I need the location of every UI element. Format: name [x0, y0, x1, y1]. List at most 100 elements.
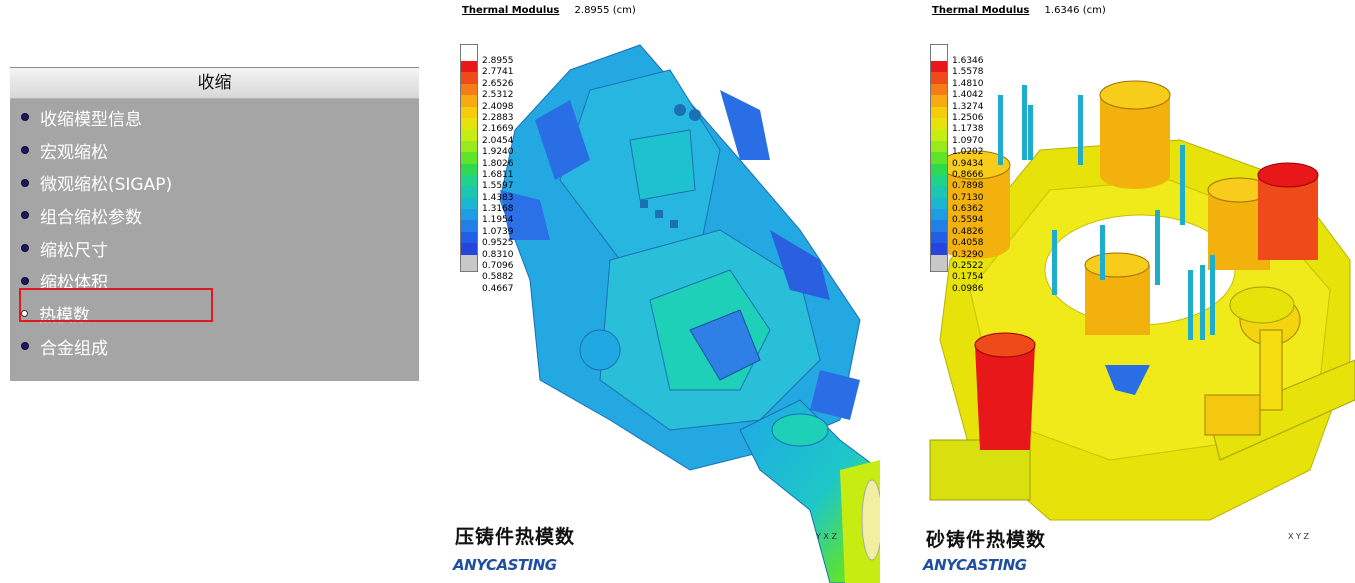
legend-swatch: [930, 44, 948, 61]
legend-labels: 1.6346 1.5578 1.4810 1.4042 1.3274 1.2506 1.17…: [952, 56, 992, 295]
menu-item[interactable]: 热模数: [10, 297, 419, 330]
legend-label: 0.0986: [952, 283, 984, 294]
legend-label: 1.0739: [482, 226, 514, 237]
legend-label: 1.9240: [482, 147, 514, 158]
legend-swatch: [460, 83, 478, 96]
legend-label: 0.8310: [482, 249, 514, 260]
bullet-icon: [21, 146, 29, 155]
legend-swatch: [460, 106, 478, 118]
anycasting-logo: ANYCASTING: [453, 556, 557, 574]
legend-label: 0.1754: [952, 272, 984, 283]
legend-swatch: [460, 220, 478, 232]
legend-swatch: [930, 95, 948, 107]
legend-label: 1.4383: [482, 192, 514, 203]
legend-swatch: [930, 83, 948, 96]
legend-swatch: [460, 209, 478, 221]
menu-item-label: 缩松尺寸: [40, 240, 108, 261]
legend-label: 2.4098: [482, 101, 514, 112]
menu-item-label: 收缩模型信息: [40, 109, 142, 130]
anycasting-logo: ANYCASTING: [923, 556, 1027, 574]
menu-item[interactable]: 收缩模型信息: [10, 101, 419, 134]
legend-label: 0.2522: [952, 261, 984, 272]
legend-label: 1.5597: [482, 181, 514, 192]
legend-label: 1.1954: [482, 215, 514, 226]
legend-label: 0.9434: [952, 158, 984, 169]
legend-label: 1.1738: [952, 124, 984, 135]
legend-swatch: [460, 95, 478, 107]
bullet-icon: [21, 244, 29, 253]
color-legend-bar: [460, 44, 478, 272]
bullet-icon: [21, 178, 29, 187]
legend-label: 0.6362: [952, 204, 984, 215]
legend-swatch: [460, 197, 478, 210]
legend-swatch: [930, 243, 948, 255]
bullet-icon: [21, 342, 29, 351]
legend-swatch: [930, 140, 948, 153]
legend-swatch: [930, 220, 948, 232]
legend-swatch: [930, 117, 948, 130]
bullet-icon: [21, 211, 29, 220]
legend-swatch: [930, 174, 948, 187]
legend-label: 2.1669: [482, 124, 514, 135]
legend-swatch: [930, 254, 948, 272]
legend-swatch: [460, 61, 478, 73]
legend-label: 0.5882: [482, 272, 514, 283]
menu-item-label: 微观缩松(SIGAP): [40, 175, 173, 196]
die-casting-view: Thermal Modulus 2.8955 (cm) 2.8955 2.774…: [440, 0, 880, 583]
radio-selected-icon: [21, 309, 28, 317]
legend-label: 1.0970: [952, 135, 984, 146]
menu-item[interactable]: 宏观缩松: [10, 134, 419, 167]
legend-label: 1.2506: [952, 112, 984, 123]
legend-label: 1.0202: [952, 147, 984, 158]
menu-item-label: 缩松体积: [40, 273, 108, 294]
menu-item[interactable]: 缩松体积: [10, 264, 419, 297]
legend-swatch: [930, 197, 948, 210]
menu-header: 收缩: [10, 67, 419, 99]
legend-label: 0.7898: [952, 181, 984, 192]
legend-swatch: [930, 106, 948, 118]
menu-item[interactable]: 微观缩松(SIGAP): [10, 166, 419, 199]
view-caption: 压铸件热模数: [455, 526, 576, 548]
menu-item-label: 热模数: [39, 305, 90, 326]
legend-label: 0.4667: [482, 283, 514, 294]
view-caption: 砂铸件热模数: [926, 529, 1047, 551]
axis-triad-icon: X Y Z: [1288, 532, 1309, 541]
legend-swatch: [460, 72, 478, 84]
legend-label: 0.4826: [952, 226, 984, 237]
menu-item[interactable]: 组合缩松参数: [10, 199, 419, 232]
bullet-icon: [21, 276, 29, 285]
legend-label: 0.8666: [952, 169, 984, 180]
legend-swatch: [460, 186, 478, 198]
legend-label: 1.4042: [952, 90, 984, 101]
legend-label: 2.5312: [482, 90, 514, 101]
color-legend-bar: [930, 44, 948, 272]
legend-label: 1.3168: [482, 204, 514, 215]
legend-swatch: [930, 231, 948, 244]
legend-swatch: [460, 152, 478, 164]
legend-swatch: [460, 231, 478, 244]
menu-list: 收缩模型信息 宏观缩松微观缩松(SIGAP) 组合缩松参数 缩松尺寸缩松体积热模数合金…: [10, 99, 419, 363]
legend-swatch: [460, 254, 478, 272]
menu-item-label: 组合缩松参数: [40, 207, 142, 228]
menu-item-label: 宏观缩松: [40, 142, 108, 163]
legend-label: 0.5594: [952, 215, 984, 226]
menu-item[interactable]: 合金组成: [10, 330, 419, 363]
legend-swatch: [930, 163, 948, 175]
legend-label: 2.6526: [482, 78, 514, 89]
legend-labels: 2.8955 2.7741 2.6526 2.5312 2.4098 2.2883 2.16…: [482, 56, 522, 295]
axis-triad-icon: Y X Z: [816, 532, 837, 541]
legend-label: 2.0454: [482, 135, 514, 146]
menu-item-label: 合金组成: [40, 338, 108, 359]
legend-swatch: [460, 117, 478, 130]
legend-swatch: [930, 129, 948, 141]
legend-swatch: [460, 243, 478, 255]
legend-label: 1.6811: [482, 169, 514, 180]
legend-label: 1.6346: [952, 56, 984, 66]
legend-label: 0.9525: [482, 238, 514, 249]
legend-label: 1.8026: [482, 158, 514, 169]
legend-swatch: [930, 152, 948, 164]
legend-label: 0.3290: [952, 249, 984, 260]
legend-swatch: [460, 140, 478, 153]
legend-label: 1.5578: [952, 67, 984, 78]
menu-item[interactable]: 缩松尺寸: [10, 232, 419, 265]
